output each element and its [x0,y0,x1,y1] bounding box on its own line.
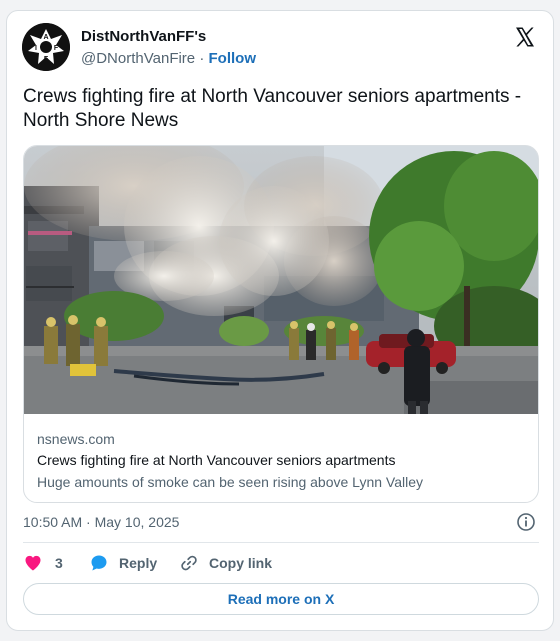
avatar-letter: I [35,45,37,52]
author-name[interactable]: DistNorthVanFF's [81,28,206,45]
handle-row: @DNorthVanFire · Follow [81,50,256,67]
link-title: Crews fighting fire at North Vancouver s… [37,452,396,468]
link-description: Huge amounts of smoke can be seen rising… [37,474,424,490]
separator: · [199,50,205,67]
fire-scene-image [24,146,538,414]
copy-link-button[interactable]: Copy link [179,551,272,575]
author-handle[interactable]: @DNorthVanFire [81,50,195,67]
copy-link-label: Copy link [209,555,273,571]
reply-button[interactable]: Reply [89,551,157,575]
heart-icon [25,555,41,571]
avatar-letter: A [43,34,48,41]
like-button[interactable]: 3 [23,551,63,575]
like-count: 3 [55,555,63,571]
link-icon [181,555,197,571]
avatar-letter: F [54,45,59,52]
x-logo-icon[interactable] [513,25,537,49]
tweet-embed-card: A I F F DistNorthVanFF's @DNorthVanFire … [6,10,554,631]
link-preview-card[interactable]: nsnews.com Crews fighting fire at North … [23,145,539,503]
link-domain: nsnews.com [37,431,115,447]
reply-label: Reply [119,555,158,571]
info-icon[interactable] [516,512,536,532]
reply-bubble-icon [91,555,107,571]
read-more-button[interactable]: Read more on X [23,583,539,615]
timestamp[interactable]: 10:50 AM · May 10, 2025 [23,514,179,530]
divider [23,542,539,543]
avatar-letter: F [44,56,49,63]
avatar[interactable]: A I F F [22,23,70,71]
follow-button[interactable]: Follow [209,50,257,67]
iaff-logo-icon: A I F F [22,23,70,71]
tweet-text: Crews fighting fire at North Vancouver s… [23,86,522,131]
